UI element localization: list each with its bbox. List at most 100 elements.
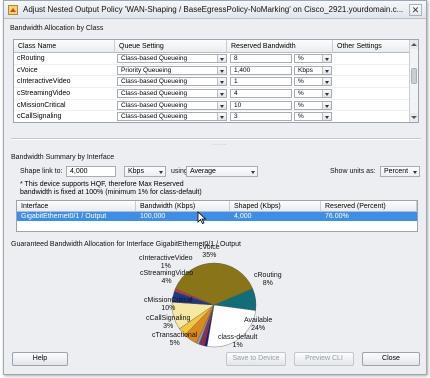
- table-row[interactable]: cInteractiveVideo Class-based Queueing 1%: [14, 76, 410, 89]
- pie-label-value: 1%: [232, 341, 243, 349]
- class-name-cell: cStreamingVideo: [17, 90, 71, 98]
- column-header-bandwidth[interactable]: Bandwidth (Kbps): [136, 201, 230, 212]
- queue-setting-select[interactable]: Class-based Queueing: [117, 100, 227, 110]
- reserved-unit-select[interactable]: %: [294, 100, 332, 110]
- reserved-bandwidth-input[interactable]: 10: [230, 100, 292, 110]
- reserved-unit-select[interactable]: %: [294, 112, 332, 122]
- hqf-note-line1: * This device supports HQF, therefore Ma…: [20, 181, 184, 188]
- close-window-button[interactable]: ✕: [409, 4, 422, 16]
- chevron-down-icon: [322, 101, 331, 109]
- scrollbar-thumb[interactable]: [411, 68, 417, 84]
- scroll-up-arrow-icon[interactable]: [410, 40, 418, 49]
- app-icon: [8, 5, 18, 15]
- queue-setting-value: Class-based Queueing: [121, 78, 188, 86]
- interface-summary-table: Interface Bandwidth (Kbps) Shaped (Kbps)…: [16, 200, 418, 232]
- reserved-bandwidth-input[interactable]: 3: [230, 112, 292, 122]
- chevron-down-icon: [217, 101, 226, 109]
- pie-label-value: 8%: [262, 279, 273, 287]
- queue-setting-select[interactable]: Class-based Queueing: [117, 77, 227, 87]
- column-header-shaped[interactable]: Shaped (Kbps): [230, 201, 321, 212]
- pie-label-value: 24%: [251, 324, 266, 332]
- splitter-divider[interactable]: [11, 138, 421, 140]
- table-row[interactable]: cMissionCritical Class-based Queueing 10%: [14, 100, 410, 112]
- pie-label-text: cRouting: [254, 272, 282, 279]
- table-row[interactable]: cRouting Class-based Queueing 8%: [14, 53, 410, 65]
- table-row[interactable]: cVoice Priority Queueing 1,400 Kbps: [14, 65, 410, 77]
- queue-setting-value: Class-based Queueing: [121, 55, 188, 62]
- close-button[interactable]: Close: [362, 352, 420, 366]
- queue-setting-select[interactable]: Class-based Queueing: [117, 54, 227, 63]
- pie-label-text: Available: [244, 317, 273, 324]
- pie-label-available: Available 24%: [244, 317, 272, 332]
- using-method-value: Average: [190, 168, 216, 175]
- reserved-bandwidth-input[interactable]: 4: [230, 89, 292, 99]
- class-allocation-table: Class Name Queue Setting Reserved Bandwi…: [13, 39, 419, 123]
- preview-cli-button[interactable]: Preview CLI: [294, 352, 354, 366]
- chevron-down-icon: [217, 113, 226, 121]
- shape-unit-select[interactable]: Kbps: [124, 166, 166, 177]
- splitter-grip-icon[interactable]: ·····: [212, 142, 227, 148]
- allocation-section-label: Bandwidth Allocation by Class: [10, 25, 104, 32]
- title-bar: Adjust Nested Output Policy 'WAN-Shaping…: [4, 1, 426, 19]
- pie-label-cvoice: cVoice 35%: [199, 244, 220, 259]
- pie-label-value: 1%: [160, 262, 171, 270]
- table-row[interactable]: cStreamingVideo Class-based Queueing 4%: [14, 88, 410, 100]
- column-header-reserved[interactable]: Reserved (Percent): [321, 201, 417, 212]
- table-scrollbar[interactable]: [409, 40, 418, 122]
- save-to-device-button[interactable]: Save to Device: [226, 352, 286, 366]
- queue-setting-value: Class-based Queueing: [121, 113, 188, 121]
- pie-label-text: class-default: [218, 334, 258, 341]
- queue-setting-value: Class-based Queueing: [121, 101, 188, 109]
- chevron-down-icon: [413, 171, 417, 174]
- column-header-interface[interactable]: Interface: [17, 201, 136, 212]
- column-header-other-settings[interactable]: Other Settings: [333, 40, 410, 53]
- queue-setting-select[interactable]: Class-based Queueing: [117, 112, 227, 122]
- reserved-unit-value: %: [298, 113, 304, 121]
- pie-label-text: cVoice: [199, 244, 220, 251]
- hqf-note-line2: bandwidth is fixed at 100% (minimum 1% f…: [20, 189, 202, 196]
- table-row[interactable]: cCallSignaling Class-based Queueing 3%: [14, 111, 410, 122]
- column-header-queue-setting[interactable]: Queue Setting: [115, 40, 227, 53]
- column-header-class-name[interactable]: Class Name: [14, 40, 115, 53]
- policy-dialog: Adjust Nested Output Policy 'WAN-Shaping…: [3, 0, 427, 375]
- chevron-down-icon: [322, 113, 331, 121]
- pie-label-text: cStreamingVideo: [140, 270, 194, 277]
- shaped-cell: 4,000: [234, 213, 252, 220]
- chevron-down-icon: [322, 66, 331, 74]
- reserved-bandwidth-input[interactable]: 8: [230, 54, 292, 63]
- pie-label-cmissioncritical: cMissionCritical 10%: [144, 297, 193, 312]
- reserved-cell: 76.00%: [325, 213, 349, 220]
- chevron-down-icon: [217, 90, 226, 98]
- pie-label-ctransactional: cTransactional 5%: [152, 332, 197, 347]
- pie-label-text: cCallSignaling: [146, 315, 191, 322]
- using-method-select[interactable]: Average: [186, 166, 258, 177]
- help-button[interactable]: Help: [12, 352, 68, 366]
- reserved-unit-select[interactable]: %: [294, 54, 332, 63]
- shape-link-input[interactable]: 4,000: [66, 166, 116, 177]
- pie-label-text: cInteractiveVideo: [139, 255, 193, 262]
- reserved-unit-value: %: [298, 101, 304, 109]
- pie-label-value: 3%: [163, 322, 174, 330]
- reserved-unit-select[interactable]: %: [294, 89, 332, 99]
- reserved-unit-select[interactable]: Kbps: [294, 65, 332, 75]
- class-name-cell: cMissionCritical: [17, 101, 66, 109]
- show-units-select[interactable]: Percent: [380, 166, 420, 177]
- reserved-bandwidth-input[interactable]: 1: [230, 77, 292, 87]
- chevron-down-icon: [322, 90, 331, 98]
- pie-label-cstreamingvideo: cStreamingVideo 4%: [140, 270, 193, 285]
- pie-label-crouting: cRouting 8%: [254, 272, 282, 287]
- scroll-down-arrow-icon[interactable]: [410, 113, 418, 122]
- queue-setting-select[interactable]: Class-based Queueing: [117, 89, 227, 99]
- chevron-down-icon: [217, 66, 226, 74]
- column-header-reserved-bandwidth[interactable]: Reserved Bandwidth: [227, 40, 333, 53]
- bandwidth-cell: 100,000: [140, 213, 166, 220]
- chevron-down-icon: [159, 171, 163, 174]
- summary-section-label: Bandwidth Summary by Interface: [11, 154, 115, 161]
- pie-label-value: 10%: [161, 304, 176, 312]
- pie-label-value: 5%: [169, 339, 180, 347]
- reserved-unit-select[interactable]: %: [294, 77, 332, 87]
- queue-setting-select[interactable]: Priority Queueing: [117, 65, 227, 75]
- table-row[interactable]: GigabitEthernet0/1 / Output 100,000 4,00…: [17, 212, 417, 221]
- reserved-bandwidth-input[interactable]: 1,400: [230, 65, 292, 75]
- table-body: cRouting Class-based Queueing 8% cVoice Prio…: [14, 53, 410, 122]
